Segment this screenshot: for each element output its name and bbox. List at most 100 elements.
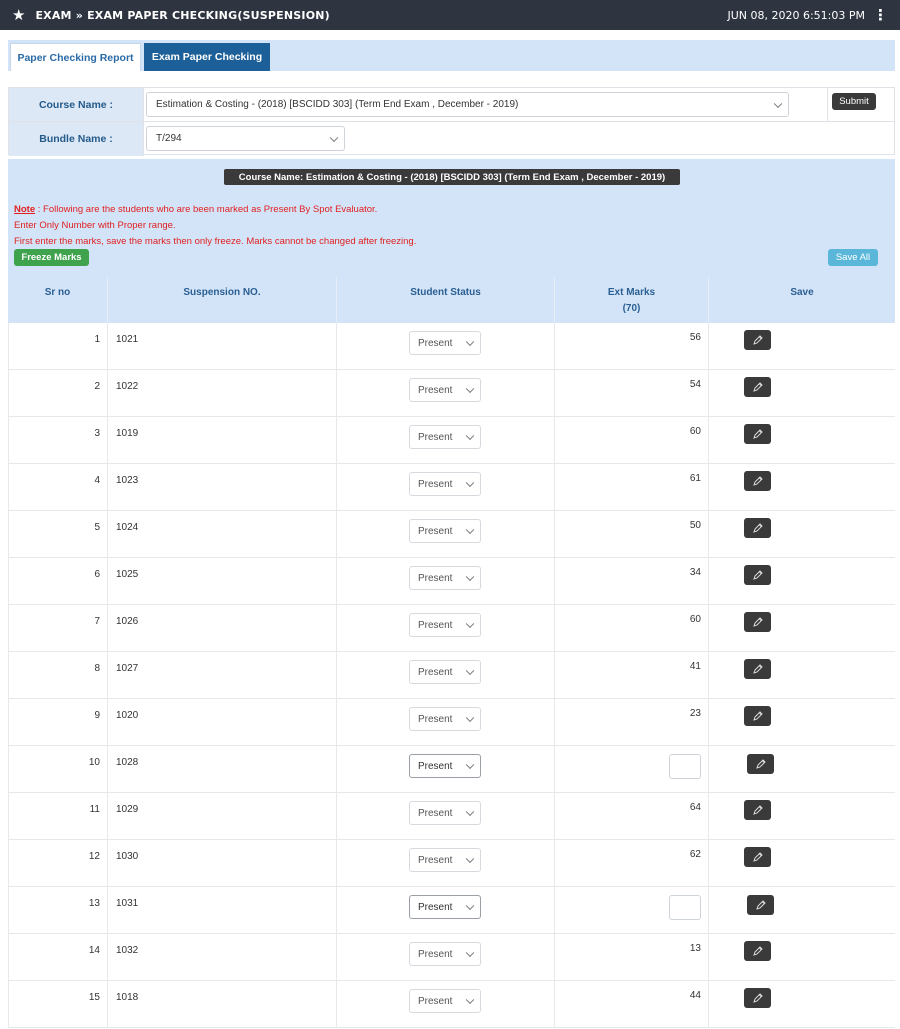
save-cell [709,793,895,839]
student-status-value: Present [418,525,453,537]
save-row-button[interactable] [744,471,771,491]
save-row-button[interactable] [744,565,771,585]
suspension-no-cell: 1030 [108,840,337,886]
student-status-value: Present [418,760,453,772]
chevron-down-icon [465,901,475,911]
save-row-button[interactable] [744,941,771,961]
table-header: Sr no Suspension NO. Student Status Ext … [8,277,895,323]
save-row-button[interactable] [744,659,771,679]
save-row-button[interactable] [744,330,771,350]
save-cell [709,511,895,557]
save-row-button[interactable] [744,847,771,867]
course-banner: Course Name: Estimation & Costing - (201… [224,169,680,185]
save-cell [709,934,895,980]
student-status-select[interactable]: Present [409,613,481,637]
save-row-button[interactable] [744,377,771,397]
student-status-value: Present [418,807,453,819]
status-cell: Present [337,981,555,1027]
save-row-button[interactable] [747,754,774,774]
header-suspension-no: Suspension NO. [108,277,337,323]
save-row-button[interactable] [744,988,771,1008]
header-ext-marks: Ext Marks (70) [555,277,709,323]
student-status-select[interactable]: Present [409,378,481,402]
chevron-down-icon [465,995,475,1005]
table-row: 7 1026 Present 60 [8,605,895,652]
student-status-select[interactable]: Present [409,472,481,496]
save-row-button[interactable] [744,424,771,444]
submit-button[interactable]: Submit [832,93,876,110]
student-status-select[interactable]: Present [409,848,481,872]
star-icon[interactable]: ★ [12,6,25,24]
table-row: 4 1023 Present 61 [8,464,895,511]
student-status-value: Present [418,854,453,866]
status-cell: Present [337,746,555,792]
student-status-select[interactable]: Present [409,989,481,1013]
pencil-icon [752,381,764,393]
marks-cell: 50 [555,511,709,557]
chevron-down-icon [465,619,475,629]
datetime-display: JUN 08, 2020 6:51:03 PM [727,8,865,22]
save-cell [709,464,895,510]
table-body: 1 1021 Present 56 2 1022 Present 54 3 1019 Present… [8,323,895,1028]
student-status-select[interactable]: Present [409,895,481,919]
save-all-button[interactable]: Save All [828,249,878,266]
sr-no-cell: 7 [8,605,108,651]
save-row-button[interactable] [747,895,774,915]
student-status-select[interactable]: Present [409,707,481,731]
save-cell [709,417,895,463]
student-status-select[interactable]: Present [409,942,481,966]
suspension-no-cell: 1022 [108,370,337,416]
save-row-button[interactable] [744,612,771,632]
save-cell [709,887,895,933]
suspension-no-cell: 1026 [108,605,337,651]
table-row: 10 1028 Present [8,746,895,793]
table-row: 3 1019 Present 60 [8,417,895,464]
student-status-select[interactable]: Present [409,754,481,778]
save-cell [709,605,895,651]
marks-table: Sr no Suspension NO. Student Status Ext … [8,277,895,1028]
student-status-value: Present [418,948,453,960]
student-status-select[interactable]: Present [409,519,481,543]
tab-exam-paper-checking[interactable]: Exam Paper Checking [144,43,270,71]
chevron-down-icon [465,948,475,958]
sr-no-cell: 8 [8,652,108,698]
header-save: Save [790,287,814,298]
tab-paper-checking-report[interactable]: Paper Checking Report [10,43,141,71]
pencil-icon [752,992,764,1004]
student-status-select[interactable]: Present [409,660,481,684]
table-row: 12 1030 Present 62 [8,840,895,887]
instruction-freeze: First enter the marks, save the marks th… [14,236,417,247]
course-name-select[interactable]: Estimation & Costing - (2018) [BSCIDD 30… [146,92,789,117]
suspension-no-cell: 1031 [108,887,337,933]
student-status-select[interactable]: Present [409,425,481,449]
student-status-value: Present [418,384,453,396]
header-sr-no: Sr no [8,277,108,323]
save-cell [709,981,895,1027]
marks-input[interactable] [669,754,701,779]
save-row-button[interactable] [744,518,771,538]
chevron-down-icon [465,478,475,488]
bundle-name-select[interactable]: T/294 [146,126,345,151]
student-status-value: Present [418,619,453,631]
status-cell: Present [337,323,555,369]
bundle-name-label: Bundle Name : [9,122,144,156]
marks-cell: 56 [555,323,709,369]
student-status-select[interactable]: Present [409,801,481,825]
chevron-down-icon [465,807,475,817]
student-status-select[interactable]: Present [409,566,481,590]
table-row: 8 1027 Present 41 [8,652,895,699]
save-row-button[interactable] [744,706,771,726]
chevron-down-icon [465,384,475,394]
marks-input[interactable] [669,895,701,920]
instructions: Note : Following are the students who ar… [14,202,416,250]
student-status-select[interactable]: Present [409,331,481,355]
student-status-value: Present [418,572,453,584]
more-menu-icon[interactable]: ⋮ [873,6,888,24]
save-row-button[interactable] [744,800,771,820]
table-row: 9 1020 Present 23 [8,699,895,746]
marks-cell: 34 [555,558,709,604]
chevron-down-icon [465,713,475,723]
freeze-marks-button[interactable]: Freeze Marks [14,249,89,266]
pencil-icon [752,851,764,863]
marks-cell: 44 [555,981,709,1027]
